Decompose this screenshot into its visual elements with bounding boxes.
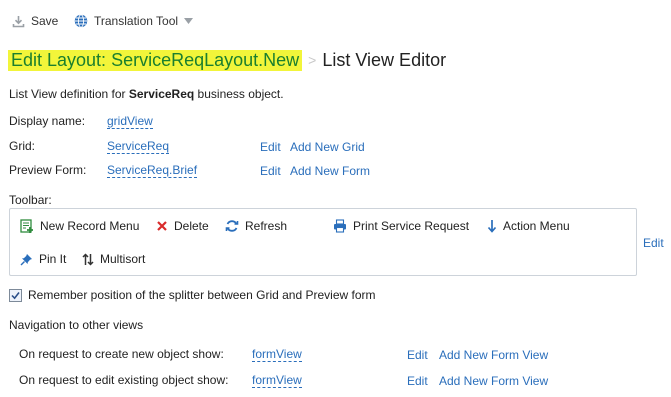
toolbar-item-delete[interactable]: Delete — [156, 219, 209, 233]
navigation-heading: Navigation to other views — [9, 318, 144, 332]
breadcrumb-separator: > — [308, 52, 317, 68]
preview-edit-link[interactable]: Edit — [260, 164, 281, 178]
edit-layout-title: Edit Layout: ServiceReqLayout.New — [8, 49, 303, 71]
printer-icon — [333, 219, 347, 233]
toolbar-item-multisort[interactable]: Multisort — [82, 252, 145, 266]
refresh-icon — [225, 219, 239, 233]
description-suffix: business object. — [194, 87, 284, 101]
toolbar-item-label: New Record Menu — [40, 219, 140, 233]
preview-form-field[interactable]: ServiceReq.Brief — [107, 163, 198, 178]
pin-icon — [20, 253, 33, 266]
remember-splitter-row: Remember position of the splitter betwee… — [9, 288, 376, 302]
toolbar-preview-box[interactable]: New Record Menu Delete Refresh Print Ser… — [9, 208, 637, 276]
create-view-edit-link[interactable]: Edit — [407, 348, 428, 362]
create-view-label: On request to create new object show: — [19, 347, 224, 361]
toolbar-item-label: Pin It — [39, 252, 67, 266]
toolbar-item-refresh[interactable]: Refresh — [225, 219, 287, 233]
page-title: Edit Layout: ServiceReqLayout.New > List… — [8, 46, 446, 74]
display-name-label: Display name: — [9, 114, 86, 128]
remember-splitter-label: Remember position of the splitter betwee… — [28, 288, 376, 302]
display-name-field[interactable]: gridView — [107, 114, 153, 129]
create-view-field[interactable]: formView — [252, 347, 302, 362]
grid-edit-link[interactable]: Edit — [260, 140, 281, 154]
caret-down-icon — [184, 18, 194, 24]
save-label: Save — [31, 14, 59, 28]
toolbar-item-new-record-menu[interactable]: New Record Menu — [20, 219, 139, 233]
toolbar-item-print-service-request[interactable]: Print Service Request — [333, 219, 469, 233]
add-new-form-link[interactable]: Add New Form — [290, 164, 370, 178]
sort-arrows-icon — [82, 252, 94, 266]
delete-x-icon — [156, 220, 168, 232]
description: List View definition for ServiceReq busi… — [9, 87, 284, 101]
save-icon — [12, 15, 25, 28]
translation-tool-label: Translation Tool — [94, 14, 179, 28]
toolbar-section-label: Toolbar: — [9, 193, 52, 207]
translation-tool-button[interactable]: Translation Tool — [74, 14, 194, 28]
toolbar-item-label: Multisort — [100, 252, 146, 266]
new-record-icon — [20, 219, 34, 233]
globe-icon — [74, 14, 88, 28]
grid-field[interactable]: ServiceReq — [107, 139, 170, 154]
grid-label: Grid: — [9, 139, 36, 153]
remember-splitter-checkbox[interactable] — [9, 288, 22, 302]
description-prefix: List View definition for — [9, 87, 129, 101]
top-toolbar: Save Translation Tool — [0, 0, 671, 42]
edit-view-label: On request to edit existing object show: — [19, 373, 229, 387]
description-object: ServiceReq — [128, 87, 195, 101]
edit-view-edit-link[interactable]: Edit — [407, 374, 428, 388]
add-new-grid-link[interactable]: Add New Grid — [290, 140, 365, 154]
toolbar-item-label: Delete — [174, 219, 209, 233]
toolbar-edit-link[interactable]: Edit — [643, 236, 664, 250]
toolbar-item-label: Print Service Request — [353, 219, 470, 233]
toolbar-item-label: Action Menu — [503, 219, 570, 233]
down-arrow-icon — [487, 219, 497, 233]
preview-form-label: Preview Form: — [9, 163, 87, 177]
edit-add-new-form-view-link[interactable]: Add New Form View — [439, 374, 548, 388]
edit-view-field[interactable]: formView — [252, 373, 302, 388]
toolbar-item-action-menu[interactable]: Action Menu — [487, 219, 570, 233]
create-add-new-form-view-link[interactable]: Add New Form View — [439, 348, 548, 362]
save-button[interactable]: Save — [12, 14, 58, 28]
toolbar-item-label: Refresh — [245, 219, 288, 233]
toolbar-item-pin-it[interactable]: Pin It — [20, 252, 66, 266]
editor-title: List View Editor — [322, 49, 447, 70]
